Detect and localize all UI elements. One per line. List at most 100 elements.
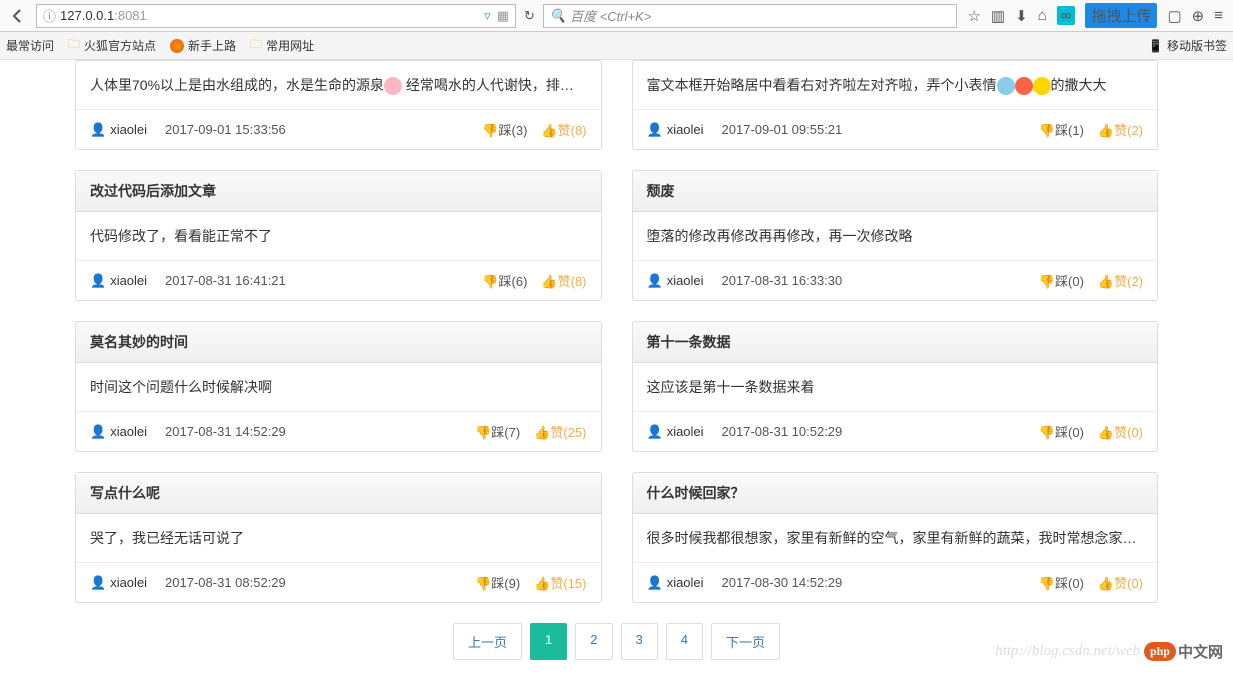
- bookmark-common-sites[interactable]: 🗀 常用网址: [250, 35, 314, 56]
- globe-icon[interactable]: ⊕: [1192, 7, 1205, 25]
- article-card: 颓废 堕落的修改再修改再再修改，再一次修改略 👤 xiaolei 2017-08…: [632, 170, 1159, 301]
- bookmark-bar: 最常访问 🗀 火狐官方站点 新手上路 🗀 常用网址 📱 移动版书签: [0, 32, 1233, 60]
- upvote-button[interactable]: 👍赞(2): [1098, 271, 1143, 290]
- browser-toolbar: ⓘ 127.0.0.1:8081 ▿ ▦ ↻ 🔍 百度 <Ctrl+K> ☆ ▥…: [0, 0, 1233, 32]
- timestamp: 2017-08-31 08:52:29: [165, 575, 286, 590]
- info-icon[interactable]: ⓘ: [43, 6, 56, 25]
- emoji-icon: [997, 77, 1015, 95]
- search-bar[interactable]: 🔍 百度 <Ctrl+K>: [543, 4, 958, 28]
- download-icon[interactable]: ⬇: [1015, 7, 1028, 25]
- page-button-3[interactable]: 3: [621, 623, 658, 660]
- upvote-button[interactable]: 👍赞(8): [541, 271, 586, 290]
- downvote-button[interactable]: 👎踩(7): [475, 422, 520, 441]
- emoji-icon: [384, 77, 402, 95]
- upvote-button[interactable]: 👍赞(8): [541, 120, 586, 139]
- url-port: :8081: [114, 8, 147, 23]
- card-title[interactable]: 改过代码后添加文章: [76, 171, 601, 212]
- extension-label[interactable]: 拖拽上传: [1085, 3, 1157, 28]
- article-card: 人体里70%以上是由水组成的，水是生命的源泉 经常喝水的人代谢快，排毒 ... …: [75, 60, 602, 150]
- downvote-button[interactable]: 👎踩(6): [482, 271, 527, 290]
- prev-page-button[interactable]: 上一页: [453, 623, 522, 660]
- card-title[interactable]: 写点什么呢: [76, 473, 601, 514]
- upvote-button[interactable]: 👍赞(15): [534, 573, 586, 592]
- firefox-icon: [170, 39, 184, 53]
- extension-icon[interactable]: ∞: [1057, 6, 1076, 25]
- card-body: 堕落的修改再修改再再修改，再一次修改略: [633, 212, 1158, 260]
- timestamp: 2017-08-31 10:52:29: [722, 424, 843, 439]
- content-area: 人体里70%以上是由水组成的，水是生命的源泉 经常喝水的人代谢快，排毒 ... …: [0, 60, 1233, 680]
- search-icon: 🔍: [550, 8, 566, 24]
- next-page-button[interactable]: 下一页: [711, 623, 780, 660]
- author[interactable]: xiaolei: [110, 575, 147, 590]
- url-bar[interactable]: ⓘ 127.0.0.1:8081 ▿ ▦: [36, 4, 516, 28]
- shield-icon[interactable]: ▿: [484, 8, 491, 24]
- card-body: 很多时候我都很想家，家里有新鲜的空气，家里有新鲜的蔬菜，我时常想念家乡 ...: [633, 514, 1158, 562]
- downvote-button[interactable]: 👎踩(0): [1039, 573, 1084, 592]
- back-button[interactable]: [4, 3, 32, 29]
- article-card: 写点什么呢 哭了，我已经无话可说了 👤 xiaolei 2017-08-31 0…: [75, 472, 602, 603]
- timestamp: 2017-08-30 14:52:29: [722, 575, 843, 590]
- author[interactable]: xiaolei: [110, 424, 147, 439]
- folder-icon: 🗀: [250, 35, 262, 56]
- user-icon: 👤: [647, 122, 663, 138]
- card-footer: 👤 xiaolei 2017-08-30 14:52:29 👎踩(0) 👍赞(0…: [633, 562, 1158, 602]
- reload-button[interactable]: ↻: [520, 8, 539, 24]
- timestamp: 2017-08-31 16:33:30: [722, 273, 843, 288]
- card-footer: 👤 xiaolei 2017-08-31 16:33:30 👎踩(0) 👍赞(2…: [633, 260, 1158, 300]
- article-card: 莫名其妙的时间 时间这个问题什么时候解决啊 👤 xiaolei 2017-08-…: [75, 321, 602, 452]
- home-icon[interactable]: ⌂: [1038, 7, 1047, 24]
- card-body: 人体里70%以上是由水组成的，水是生命的源泉 经常喝水的人代谢快，排毒 ...: [76, 61, 601, 109]
- page-button-1[interactable]: 1: [530, 623, 567, 660]
- article-card: 什么时候回家？ 很多时候我都很想家，家里有新鲜的空气，家里有新鲜的蔬菜，我时常想…: [632, 472, 1159, 603]
- user-icon: 👤: [647, 424, 663, 440]
- page-button-2[interactable]: 2: [575, 623, 612, 660]
- card-footer: 👤 xiaolei 2017-08-31 14:52:29 👎踩(7) 👍赞(2…: [76, 411, 601, 451]
- user-icon: 👤: [90, 575, 106, 591]
- bookmark-most-visited[interactable]: 最常访问: [6, 37, 54, 54]
- mobile-icon: 📱: [1148, 39, 1163, 53]
- card-row: 莫名其妙的时间 时间这个问题什么时候解决啊 👤 xiaolei 2017-08-…: [75, 321, 1158, 452]
- bookmark-firefox-official[interactable]: 🗀 火狐官方站点: [68, 35, 156, 56]
- url-host: 127.0.0.1: [60, 8, 114, 23]
- bookmark-mobile[interactable]: 📱 移动版书签: [1148, 37, 1227, 54]
- search-placeholder: 百度 <Ctrl+K>: [570, 6, 651, 25]
- user-icon: 👤: [90, 273, 106, 289]
- emoji-icon: [1033, 77, 1051, 95]
- upvote-button[interactable]: 👍赞(0): [1098, 422, 1143, 441]
- bookmark-getting-started[interactable]: 新手上路: [170, 37, 236, 54]
- author[interactable]: xiaolei: [667, 273, 704, 288]
- page-button-4[interactable]: 4: [666, 623, 703, 660]
- card-title[interactable]: 颓废: [633, 171, 1158, 212]
- author[interactable]: xiaolei: [110, 273, 147, 288]
- reader-icon[interactable]: ▢: [1167, 7, 1181, 25]
- downvote-button[interactable]: 👎踩(0): [1039, 271, 1084, 290]
- card-row: 人体里70%以上是由水组成的，水是生命的源泉 经常喝水的人代谢快，排毒 ... …: [75, 60, 1158, 150]
- author[interactable]: xiaolei: [667, 424, 704, 439]
- card-body: 这应该是第十一条数据来着: [633, 363, 1158, 411]
- card-body: 时间这个问题什么时候解决啊: [76, 363, 601, 411]
- downvote-button[interactable]: 👎踩(3): [482, 120, 527, 139]
- upvote-button[interactable]: 👍赞(25): [534, 422, 586, 441]
- card-row: 改过代码后添加文章 代码修改了，看看能正常不了 👤 xiaolei 2017-0…: [75, 170, 1158, 301]
- qr-icon[interactable]: ▦: [497, 8, 509, 24]
- user-icon: 👤: [90, 424, 106, 440]
- card-body: 富文本框开始略居中看看右对齐啦左对齐啦，弄个小表情的撒大大: [633, 61, 1158, 109]
- upvote-button[interactable]: 👍赞(2): [1098, 120, 1143, 139]
- author[interactable]: xiaolei: [667, 122, 704, 137]
- card-footer: 👤 xiaolei 2017-08-31 16:41:21 👎踩(6) 👍赞(8…: [76, 260, 601, 300]
- downvote-button[interactable]: 👎踩(9): [475, 573, 520, 592]
- card-title[interactable]: 第十一条数据: [633, 322, 1158, 363]
- timestamp: 2017-09-01 15:33:56: [165, 122, 286, 137]
- pagination: 上一页 1 2 3 4 下一页: [75, 623, 1158, 660]
- author[interactable]: xiaolei: [667, 575, 704, 590]
- downvote-button[interactable]: 👎踩(1): [1039, 120, 1084, 139]
- upvote-button[interactable]: 👍赞(0): [1098, 573, 1143, 592]
- card-footer: 👤 xiaolei 2017-09-01 15:33:56 👎踩(3) 👍赞(8…: [76, 109, 601, 149]
- author[interactable]: xiaolei: [110, 122, 147, 137]
- bookmark-star-icon[interactable]: ☆: [967, 7, 980, 25]
- library-icon[interactable]: ▥: [991, 7, 1005, 25]
- card-title[interactable]: 莫名其妙的时间: [76, 322, 601, 363]
- card-title[interactable]: 什么时候回家？: [633, 473, 1158, 514]
- downvote-button[interactable]: 👎踩(0): [1039, 422, 1084, 441]
- menu-icon[interactable]: ≡: [1214, 7, 1223, 24]
